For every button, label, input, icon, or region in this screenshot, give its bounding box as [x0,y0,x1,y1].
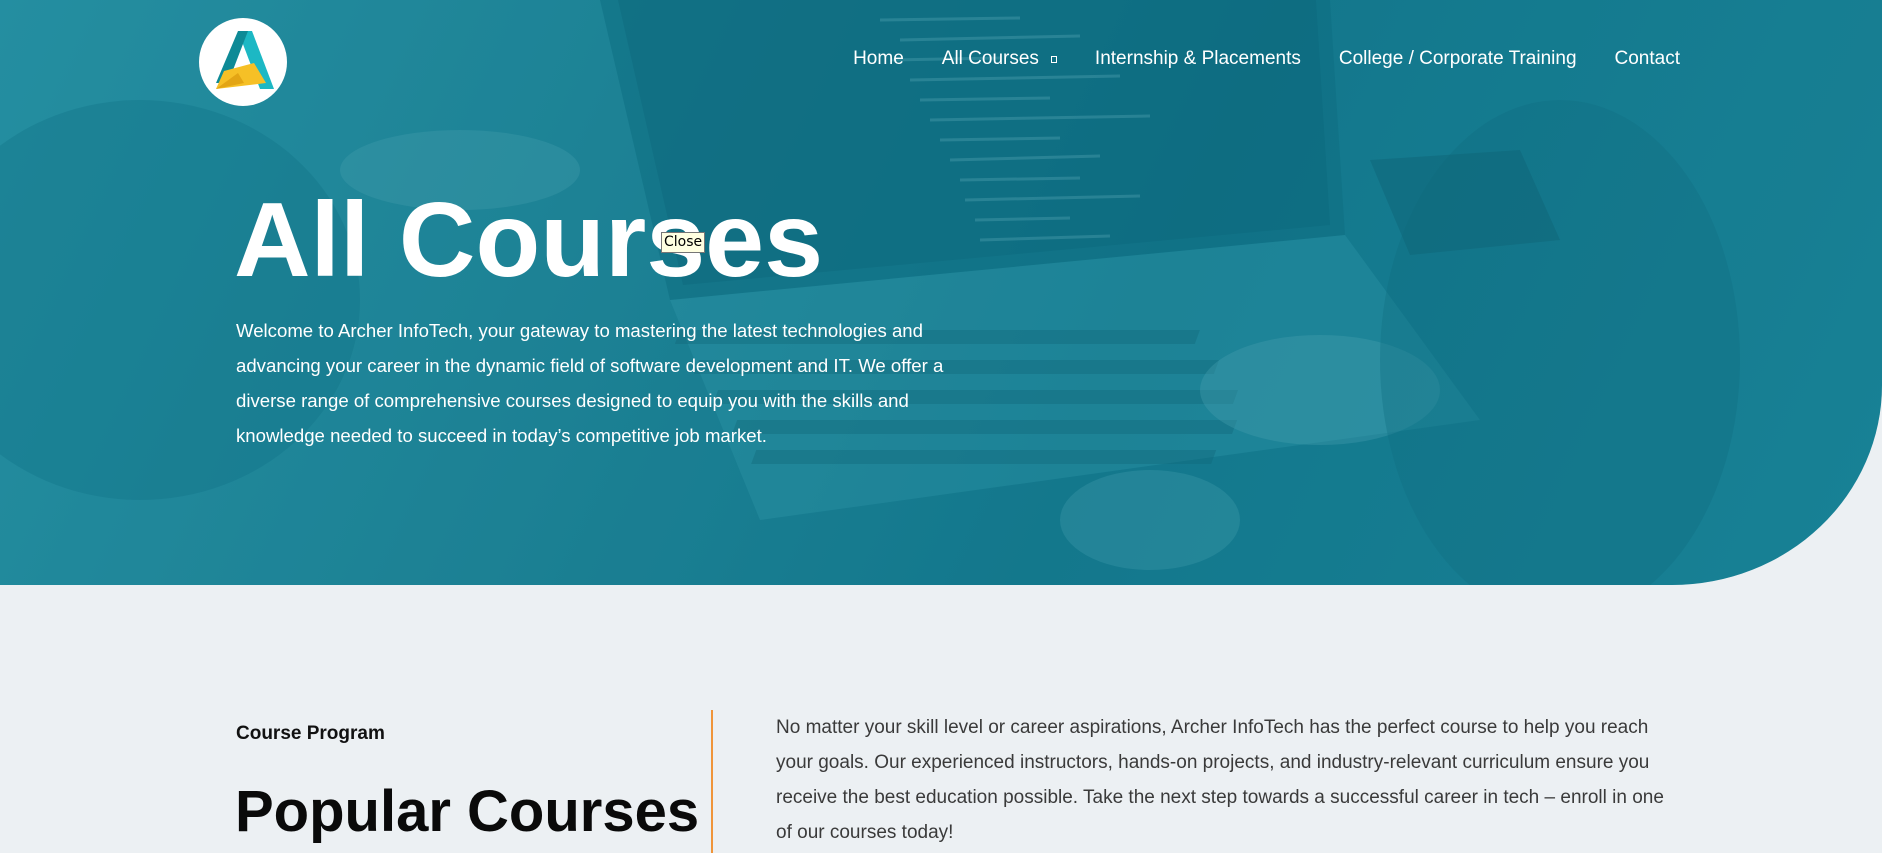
nav-training-label: College / Corporate Training [1338,48,1577,69]
site-logo[interactable] [199,18,287,106]
section-divider [711,710,713,853]
nav-contact[interactable]: Contact [1615,48,1680,70]
archer-a-logo-icon [216,31,274,89]
nav-contact-label: Contact [1614,48,1680,69]
dropdown-caret-icon[interactable] [1050,55,1057,63]
nav-all-courses[interactable]: All Courses [942,48,1057,70]
main-nav: Home All Courses Internship & Placements… [853,48,1680,70]
nav-training[interactable]: College / Corporate Training [1339,48,1577,70]
nav-all-courses-label: All Courses [941,48,1039,69]
hero-description: Welcome to Archer InfoTech, your gateway… [236,320,944,446]
nav-home-label: Home [853,48,904,69]
nav-internship[interactable]: Internship & Placements [1095,48,1301,70]
section-title: Popular Courses [235,779,700,844]
page-title: All Courses [234,181,824,299]
close-tooltip: Close [661,232,706,253]
section-description: No matter your skill level or career asp… [776,717,1664,843]
nav-home[interactable]: Home [853,48,904,70]
nav-internship-label: Internship & Placements [1094,48,1301,69]
section-kicker: Course Program [236,723,385,744]
